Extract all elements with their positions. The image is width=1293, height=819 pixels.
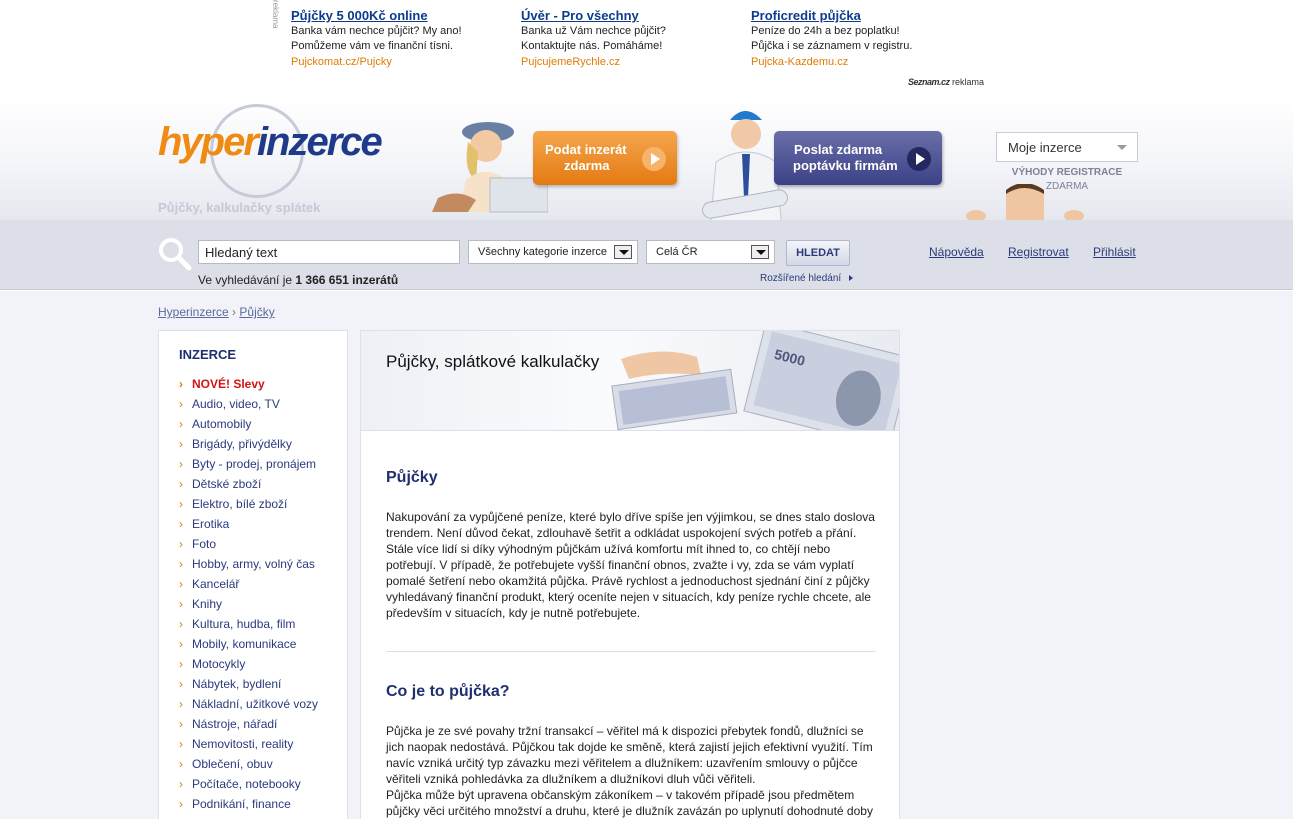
girl-with-laptop-illustration <box>432 122 548 213</box>
sidebar-item-mobily[interactable]: Mobily, komunikace <box>179 635 318 655</box>
register-link[interactable]: Registrovat <box>1008 245 1069 259</box>
search-button[interactable]: HLEDAT <box>786 240 850 266</box>
ad-title-link[interactable]: Půjčky 5 000Kč online <box>291 7 516 24</box>
ad-text: Peníze do 24h a bez poplatku! <box>751 25 900 37</box>
ad-item[interactable]: Proficredit půjčka Peníze do 24h a bez p… <box>751 7 976 70</box>
ad-url-link[interactable]: PujcujemeRychle.cz <box>521 54 746 70</box>
site-logo[interactable]: hyperinzerce <box>158 104 383 198</box>
section-text-co-je-pujcka-1: Půjčka je ze své povahy tržní transakcí … <box>386 724 873 786</box>
banknotes-illustration: 5000 <box>611 331 899 430</box>
ads-count: Ve vyhledávání je 1 366 651 inzerátů <box>198 273 399 287</box>
section-divider <box>386 651 876 652</box>
ad-item[interactable]: Úvěr - Pro všechny Banka už Vám nechce p… <box>521 7 746 70</box>
breadcrumb-current-link[interactable]: Půjčky <box>239 305 274 319</box>
ad-text: Pomůžeme vám ve finanční tísni. <box>291 40 454 52</box>
ad-title-link[interactable]: Úvěr - Pro všechny <box>521 7 746 24</box>
sidebar-item-kultura[interactable]: Kultura, hudba, film <box>179 615 318 635</box>
dropdown-arrow-icon <box>614 245 632 259</box>
breadcrumb: Hyperinzerce › Půjčky <box>158 305 275 319</box>
logo-text: hyperinzerce <box>158 120 383 164</box>
section-heading-pujcky: Půjčky <box>386 469 438 486</box>
dropdown-arrow-icon <box>751 245 769 259</box>
section-heading-co-je-pujcka: Co je to půjčka? <box>386 683 510 700</box>
sidebar-item-elektro[interactable]: Elektro, bílé zboží <box>179 495 318 515</box>
ad-text: Banka už Vám nechce půjčit? <box>521 25 666 37</box>
seznam-ad-credit[interactable]: Seznam.cz reklama <box>908 77 984 87</box>
help-link[interactable]: Nápověda <box>929 245 984 259</box>
sidebar-item-podnikani[interactable]: Podnikání, finance <box>179 795 318 815</box>
main-content: Půjčky, splátkové kalkulačky 5000 Půjčky… <box>360 330 900 819</box>
search-input[interactable] <box>198 240 460 264</box>
category-sidebar: INZERCE NOVÉ! Slevy Audio, video, TV Aut… <box>158 330 348 819</box>
region-select[interactable]: Celá ČR <box>646 240 775 264</box>
sidebar-item-motocykly[interactable]: Motocykly <box>179 655 318 675</box>
login-link[interactable]: Přihlásit <box>1093 245 1136 259</box>
sidebar-item-hobby[interactable]: Hobby, army, volný čas <box>179 555 318 575</box>
ad-text: Banka vám nechce půjčit? My ano! <box>291 25 462 37</box>
sidebar-item-nakladni-vozy[interactable]: Nákladní, užitkové vozy <box>179 695 318 715</box>
ad-title-link[interactable]: Proficredit půjčka <box>751 7 976 24</box>
ads-count-value: 1 366 651 inzerátů <box>295 273 399 287</box>
ad-item[interactable]: Půjčky 5 000Kč online Banka vám nechce p… <box>291 7 516 70</box>
section-text-pujcky: Nakupování za vypůjčené peníze, které by… <box>386 510 875 620</box>
sidebar-item-foto[interactable]: Foto <box>179 535 318 555</box>
sidebar-item-slevy[interactable]: NOVÉ! Slevy <box>179 375 318 395</box>
region-select-value: Celá ČR <box>656 246 698 258</box>
sidebar-item-kancelar[interactable]: Kancelář <box>179 575 318 595</box>
sidebar-item-knihy[interactable]: Knihy <box>179 595 318 615</box>
seznam-logo: Seznam.cz <box>908 77 950 87</box>
ad-url-link[interactable]: Pujckomat.cz/Pujcky <box>291 54 516 70</box>
send-inquiry-button[interactable]: Poslat zdarma poptávku firmám <box>774 131 942 185</box>
sidebar-item-automobily[interactable]: Automobily <box>179 415 318 435</box>
ad-text: Kontaktujte nás. Pomáháme! <box>521 40 663 52</box>
breadcrumb-separator: › <box>232 305 237 319</box>
search-icon <box>159 238 192 271</box>
sidebar-item-detske-zbozi[interactable]: Dětské zboží <box>179 475 318 495</box>
my-ads-select-value: Moje inzerce <box>1008 140 1082 155</box>
sidebar-item-nastroje[interactable]: Nástroje, nářadí <box>179 715 318 735</box>
sidebar-item-obleceni[interactable]: Oblečení, obuv <box>179 755 318 775</box>
seznam-reklama-label: reklama <box>952 77 985 87</box>
ad-label: reklama <box>271 0 280 29</box>
arrow-right-icon <box>849 275 854 281</box>
sidebar-item-nabytek[interactable]: Nábytek, bydlení <box>179 675 318 695</box>
section-text-co-je-pujcka-2: Půjčka může být upravena občanským zákon… <box>386 788 873 818</box>
site-tagline: Půjčky, kalkulačky splátek <box>158 200 321 215</box>
ad-text: Půjčka i se záznamem v registru. <box>751 40 913 52</box>
sidebar-item-erotika[interactable]: Erotika <box>179 515 318 535</box>
category-select[interactable]: Všechny kategorie inzerce <box>468 240 638 264</box>
ad-url-link[interactable]: Pujcka-Kazdemu.cz <box>751 54 976 70</box>
my-ads-select[interactable]: Moje inzerce <box>996 132 1138 162</box>
post-ad-button[interactable]: Podat inzerát zdarma <box>533 131 677 185</box>
category-select-value: Všechny kategorie inzerce <box>478 246 608 258</box>
play-arrow-icon <box>907 147 931 171</box>
page-title: Půjčky, splátkové kalkulačky <box>386 352 600 371</box>
peeking-man-illustration <box>966 184 1084 222</box>
sidebar-title: INZERCE <box>179 347 237 362</box>
page-banner: Půjčky, splátkové kalkulačky 5000 <box>361 331 899 431</box>
breadcrumb-home-link[interactable]: Hyperinzerce <box>158 305 229 319</box>
sidebar-item-pocitace[interactable]: Počítače, notebooky <box>179 775 318 795</box>
benefits-line1: VÝHODY REGISTRACE <box>1011 167 1123 178</box>
sidebar-item-audio-video[interactable]: Audio, video, TV <box>179 395 318 415</box>
sidebar-item-brigady[interactable]: Brigády, přivýdělky <box>179 435 318 455</box>
sidebar-item-byty[interactable]: Byty - prodej, pronájem <box>179 455 318 475</box>
sidebar-item-nemovitosti[interactable]: Nemovitosti, reality <box>179 735 318 755</box>
chevron-down-icon <box>1117 145 1127 150</box>
category-list: NOVÉ! Slevy Audio, video, TV Automobily … <box>179 375 318 815</box>
play-arrow-icon <box>642 147 666 171</box>
advanced-search-link[interactable]: Rozšířené hledání <box>760 273 854 284</box>
